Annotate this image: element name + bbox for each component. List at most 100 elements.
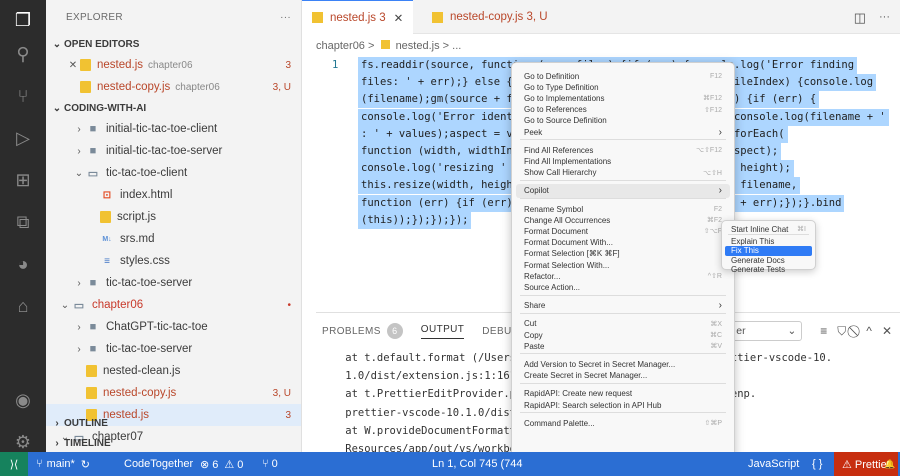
copilot-icon[interactable]: ◕: [0, 247, 46, 281]
editor-tabs: nested.js 3 ✕ nested-copy.js 3, U ◫ ···: [302, 0, 900, 34]
output-channel-value: er: [736, 325, 746, 337]
codetogether-item[interactable]: CodeTogether: [124, 452, 193, 476]
tab-output[interactable]: OUTPUT: [420, 324, 465, 339]
file-name: script.js: [117, 211, 156, 223]
js-file-icon: [86, 387, 97, 399]
menu-item-shortcut: ⌥⇧H: [703, 169, 722, 177]
menu-item-label: Add Version to Secret in Secret Manager.…: [524, 359, 676, 369]
workspace-section[interactable]: ⌄ CODING-WITH-AI: [46, 98, 301, 118]
split-editor-icon[interactable]: ◫: [854, 10, 866, 26]
menu-item-copilot[interactable]: Copilot ›: [516, 183, 730, 198]
folder-icon: ■: [89, 321, 97, 333]
source-control-icon[interactable]: ⑂: [0, 79, 46, 113]
tree-item[interactable]: ≡ styles.css: [46, 250, 301, 272]
maximize-panel-icon[interactable]: ^: [866, 324, 872, 338]
git-branch-icon: ⑂: [36, 458, 43, 470]
open-editors-label: OPEN EDITORS: [64, 38, 140, 50]
menu-item-label: Create Secret in Secret Manager...: [524, 371, 648, 381]
file-name: styles.css: [120, 255, 170, 267]
account-icon[interactable]: ◉: [0, 383, 46, 417]
menu-item-shortcut: F2: [713, 205, 722, 213]
file-name: ChatGPT-tic-tac-toe: [106, 321, 208, 333]
tree-item[interactable]: › ■ initial-tic-tac-toe-client: [46, 118, 301, 140]
tree-item[interactable]: M↓ srs.md: [46, 228, 301, 250]
file-name: initial-tic-tac-toe-client: [106, 123, 218, 135]
more-actions-button[interactable]: ···: [879, 11, 890, 23]
menu-item-shortcut: ⌘V: [710, 343, 722, 351]
open-editor-item[interactable]: nested-copy.js chapter06 3, U: [46, 76, 301, 98]
tab-nested-copy-js[interactable]: nested-copy.js 3, U: [422, 0, 558, 34]
tree-item[interactable]: ⌄ ▭ chapter06 •: [46, 294, 301, 316]
menu-item-label: Generate Tests: [731, 265, 786, 275]
problems-indicator[interactable]: ⊗ 6 ⚠ 0: [200, 452, 243, 476]
menu-item-label: Share: [524, 301, 546, 311]
tree-item[interactable]: ⌄ ▭ tic-tac-toe-client: [46, 162, 301, 184]
breadcrumb-folder[interactable]: chapter06: [316, 40, 365, 52]
menu-item-shortcut: ⇧F12: [704, 106, 722, 114]
language-mode[interactable]: JavaScript: [748, 452, 799, 476]
bell-icon: 🔔: [884, 458, 896, 469]
menu-item-source-action[interactable]: Source Action...: [516, 280, 730, 294]
folder-icon: ■: [89, 145, 97, 157]
close-icon[interactable]: ✕: [66, 60, 80, 71]
remote-indicator[interactable]: ⟩⟨: [0, 452, 28, 476]
ports-indicator[interactable]: ⑂ 0: [262, 452, 278, 476]
search-icon[interactable]: ⚲: [0, 37, 46, 71]
breadcrumb-trail[interactable]: > ...: [443, 40, 462, 52]
chat-icon[interactable]: ⌂: [0, 289, 46, 323]
timeline-section[interactable]: › TIMELINE: [46, 433, 301, 452]
tree-item[interactable]: › ■ ChatGPT-tic-tac-toe: [46, 316, 301, 338]
tree-item[interactable]: › ■ tic-tac-toe-server: [46, 338, 301, 360]
tab-label: nested-copy.js 3, U: [450, 11, 548, 23]
modified-dot: •: [287, 299, 291, 311]
js-file-icon: [380, 40, 390, 49]
menu-item-command-palette[interactable]: Command Palette... ⇧⌘P: [516, 416, 730, 430]
sync-icon[interactable]: ↻: [81, 458, 90, 471]
explorer-more-button[interactable]: ···: [280, 12, 291, 23]
submenu-item-generate-docs[interactable]: Generate Docs: [725, 255, 812, 265]
submenu-item-generate-tests[interactable]: Generate Tests: [725, 265, 812, 275]
tab-problems[interactable]: PROBLEMS 6: [322, 323, 403, 339]
files-icon[interactable]: ❐: [0, 3, 46, 37]
menu-separator: [520, 412, 726, 414]
brace-indicator[interactable]: { }: [812, 452, 822, 476]
menu-item-rapidapi-search-selection-in-api-hub[interactable]: RapidAPI: Search selection in API Hub: [516, 398, 730, 412]
code-line[interactable]: (this));});});});: [358, 211, 472, 229]
branch-indicator[interactable]: ⑂ main* ↻: [36, 452, 90, 476]
menu-item-peek[interactable]: Peek ›: [516, 125, 730, 139]
outline-section[interactable]: › OUTLINE: [46, 413, 301, 433]
menu-item-show-call-hierarchy[interactable]: Show Call Hierarchy ⌥⇧H: [516, 166, 730, 180]
tree-item[interactable]: script.js: [46, 206, 301, 228]
remote-explorer-icon[interactable]: ⧉: [0, 205, 46, 239]
open-editors-section[interactable]: ⌄ OPEN EDITORS: [46, 34, 301, 54]
menu-item-label: Show Call Hierarchy: [524, 168, 597, 178]
submenu-item-explain-this[interactable]: Explain This: [725, 236, 812, 246]
tree-item[interactable]: › ■ initial-tic-tac-toe-server: [46, 140, 301, 162]
lock-scroll-icon[interactable]: ⛉: [837, 324, 846, 339]
notifications-bell[interactable]: 🔔: [884, 452, 895, 476]
submenu-item-start-inline-chat[interactable]: Start Inline Chat ⌘I: [725, 224, 812, 234]
tab-nested-js[interactable]: nested.js 3 ✕: [302, 0, 414, 34]
output-channel-select[interactable]: er ⌄: [730, 321, 803, 341]
extensions-icon[interactable]: ⊞: [0, 163, 46, 197]
menu-item-paste[interactable]: Paste ⌘V: [516, 339, 730, 353]
tab-problems-label: PROBLEMS: [322, 325, 381, 337]
close-icon[interactable]: ✕: [394, 11, 404, 25]
menu-item-create-secret-in-secret-manager[interactable]: Create Secret in Secret Manager...: [516, 369, 730, 383]
menu-item-label: Change All Occurrences: [524, 215, 611, 225]
menu-item-label: RapidAPI: Search selection in API Hub: [524, 400, 662, 410]
tree-item[interactable]: nested-copy.js 3, U: [46, 382, 301, 404]
cursor-position[interactable]: Ln 1, Col 745 (744: [432, 452, 523, 476]
menu-item-share[interactable]: Share ›: [516, 299, 730, 313]
cursor-position-label: Ln 1, Col 745 (744: [432, 458, 523, 470]
tree-item[interactable]: nested-clean.js: [46, 360, 301, 382]
run-debug-icon[interactable]: ▷: [0, 121, 46, 155]
breadcrumb-file[interactable]: nested.js: [396, 40, 440, 52]
tree-item[interactable]: ⊡ index.html: [46, 184, 301, 206]
clear-output-icon[interactable]: ≡: [820, 324, 827, 338]
open-editor-item[interactable]: ✕ nested.js chapter06 3: [46, 54, 301, 76]
close-panel-icon[interactable]: ✕: [882, 324, 892, 338]
menu-item-label: Find All Implementations: [524, 156, 612, 166]
tree-item[interactable]: › ■ tic-tac-toe-server: [46, 272, 301, 294]
explorer-sidebar: EXPLORER ··· ⌄ OPEN EDITORS ✕ nested.js cha…: [46, 0, 302, 452]
